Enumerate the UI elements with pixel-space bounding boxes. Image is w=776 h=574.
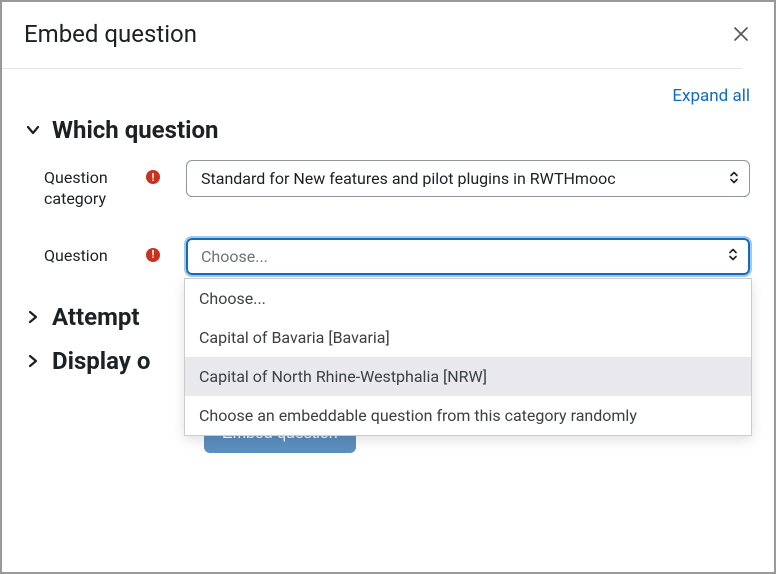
select-question[interactable]: Choose... [186, 238, 750, 275]
select-question-category-value: Standard for New features and pilot plug… [201, 169, 616, 188]
modal-body: Embed question [2, 2, 774, 68]
chevron-down-icon [26, 123, 40, 137]
dropdown-option[interactable]: Capital of North Rhine-Westphalia [NRW] [185, 357, 751, 396]
expand-all-row: Expand all [26, 86, 750, 106]
select-question-category-wrap: Standard for New features and pilot plug… [186, 160, 750, 197]
label-question-category: Question category [44, 160, 146, 210]
dropdown-option[interactable]: Choose an embeddable question from this … [185, 396, 751, 435]
required-marker: ! [146, 160, 186, 184]
section-title-display: Display o [52, 347, 150, 375]
updown-caret-icon [728, 247, 738, 266]
chevron-right-icon [26, 354, 40, 368]
header-divider [2, 68, 742, 69]
close-icon[interactable] [730, 20, 752, 48]
section-title-which-question: Which question [52, 116, 218, 144]
select-question-wrap: Choose... Choose... Capital of Bavaria [… [186, 238, 750, 275]
expand-all-link[interactable]: Expand all [672, 86, 750, 106]
dropdown-option[interactable]: Capital of Bavaria [Bavaria] [185, 318, 751, 357]
required-marker: ! [146, 238, 186, 262]
modal-header: Embed question [24, 20, 752, 68]
section-which-question[interactable]: Which question [26, 116, 750, 144]
dropdown-option[interactable]: Choose... [185, 279, 751, 318]
section-title-attempt: Attempt [52, 303, 140, 331]
row-question: Question ! Choose... Choose... Capital o… [26, 238, 750, 275]
modal-title: Embed question [24, 20, 197, 48]
exclamation-icon: ! [146, 170, 160, 184]
row-question-category: Question category ! Standard for New fea… [26, 160, 750, 210]
dropdown-question: Choose... Capital of Bavaria [Bavaria] C… [184, 278, 752, 436]
label-question: Question [44, 238, 146, 267]
select-question-value: Choose... [201, 247, 268, 266]
modal-content: Expand all Which question Question categ… [2, 68, 774, 453]
modal-frame: Embed question Expand all Which question… [0, 0, 776, 574]
chevron-right-icon [26, 310, 40, 324]
exclamation-icon: ! [146, 248, 160, 262]
updown-caret-icon [729, 169, 739, 188]
select-question-category[interactable]: Standard for New features and pilot plug… [186, 160, 750, 197]
